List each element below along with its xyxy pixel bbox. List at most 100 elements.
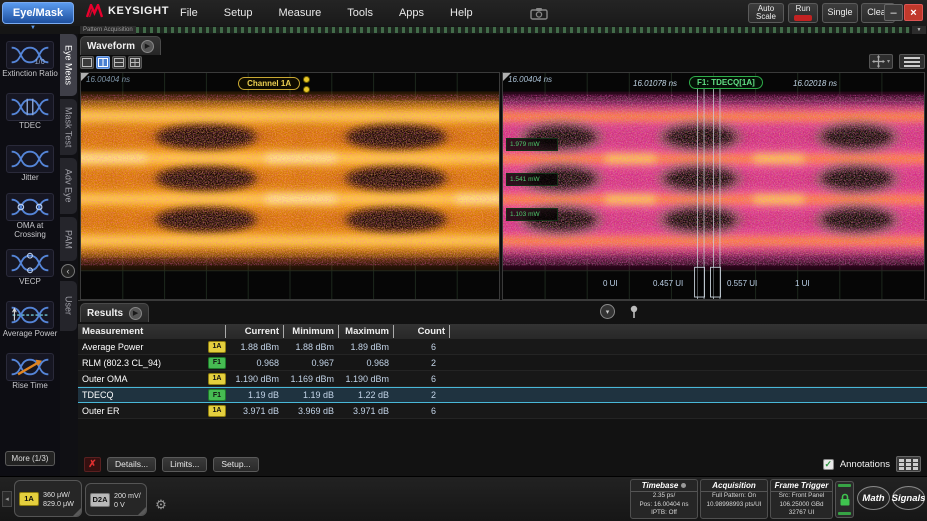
sidebar-item-tdec[interactable]: TDEC xyxy=(0,86,60,138)
menu-measure[interactable]: Measure xyxy=(278,7,321,19)
signal-button-d2a[interactable]: D2A 200 mV/ 0 V xyxy=(85,483,147,516)
annotations-checkbox[interactable]: ✓ xyxy=(823,459,834,470)
ui-axis-label: 1 UI xyxy=(795,279,810,288)
signals-scroll-left-button[interactable]: ◂ xyxy=(2,491,12,507)
right-eye-waveform xyxy=(503,73,924,299)
table-row-average-power[interactable]: Average Power 1A 1.88 dBm 1.88 dBm 1.89 … xyxy=(78,339,927,355)
remove-measurement-button[interactable]: ✗ xyxy=(84,457,101,472)
tab-eye-meas[interactable]: Eye Meas xyxy=(60,34,77,96)
timebase-panel[interactable]: Timebase 2.35 ps/ Pos: 16.00404 ns IPTB:… xyxy=(630,479,698,519)
signal-settings-button[interactable]: ⚙ xyxy=(153,497,169,513)
count-value: 6 xyxy=(394,342,450,352)
sidebar-item-oma-at-crossing[interactable]: OMA at Crossing xyxy=(0,190,60,242)
column-maximum[interactable]: Maximum xyxy=(339,325,394,338)
signals-button[interactable]: Signals xyxy=(892,486,925,510)
tabstrip-collapse-button[interactable]: ‹ xyxy=(61,264,75,278)
acquisition-panel[interactable]: Acquisition Full Pattern: On 10.98998993… xyxy=(700,479,768,519)
tab-adv-eye[interactable]: Adv Eye xyxy=(60,158,77,214)
table-row-outer-oma[interactable]: Outer OMA 1A 1.190 dBm 1.169 dBm 1.190 d… xyxy=(78,371,927,387)
menubar: File Setup Measure Tools Apps Help xyxy=(180,0,473,26)
tdecq-function-badge[interactable]: F1: TDECQ[1A] xyxy=(689,76,763,89)
marker-time-2: 16.02018 ns xyxy=(793,79,837,88)
table-row-outer-er[interactable]: Outer ER 1A 3.971 dB 3.969 dB 3.971 dB 6 xyxy=(78,403,927,419)
single-button[interactable]: Single xyxy=(822,3,858,23)
tab-pam[interactable]: PAM xyxy=(60,217,77,261)
close-button[interactable]: × xyxy=(904,4,923,21)
menu-help[interactable]: Help xyxy=(450,7,473,19)
current-value: 1.190 dBm xyxy=(226,374,284,384)
column-current[interactable]: Current xyxy=(226,325,284,338)
move-cross-icon xyxy=(872,55,885,68)
current-value: 1.88 dBm xyxy=(226,342,284,352)
extinction-ratio-icon: 1/0 xyxy=(6,41,54,69)
layout-grid-button[interactable] xyxy=(128,56,142,69)
maximum-value: 1.190 dBm xyxy=(339,374,394,384)
frame-trigger-panel[interactable]: Frame Trigger Src: Front Panel 106.25000… xyxy=(770,479,833,519)
lock-button[interactable] xyxy=(835,481,854,518)
left-eye-diagram[interactable]: 16.00404 ns Channel 1A xyxy=(80,72,500,300)
layout-split-h-button[interactable] xyxy=(112,56,126,69)
waveform-tab-menu-button[interactable]: ▶ xyxy=(141,40,154,53)
timebase-info-icon xyxy=(681,483,686,488)
count-value: 6 xyxy=(394,374,450,384)
sidebar-item-label: Rise Time xyxy=(12,382,48,391)
waveform-tab[interactable]: Waveform ▶ xyxy=(80,36,161,55)
waveform-workspace: Waveform ▶ ▾ xyxy=(78,34,927,300)
pan-zoom-button[interactable]: ▾ xyxy=(869,54,893,69)
count-value: 6 xyxy=(394,406,450,416)
mode-select-button[interactable]: Eye/Mask xyxy=(2,2,74,24)
sidebar-item-vecp[interactable]: VECP xyxy=(0,242,60,294)
svg-text:1/0: 1/0 xyxy=(35,57,45,66)
details-button[interactable]: Details... xyxy=(107,457,156,472)
minimum-value: 1.88 dBm xyxy=(284,342,339,352)
table-row-rlm[interactable]: RLM (802.3 CL_94) F1 0.968 0.967 0.968 2 xyxy=(78,355,927,371)
auto-scale-label: Auto Scale xyxy=(749,5,783,22)
sidebar-item-average-power[interactable]: Average Power xyxy=(0,294,60,346)
results-footer: ✗ Details... Limits... Setup... ✓ Annota… xyxy=(78,453,927,475)
math-button[interactable]: Math xyxy=(857,486,890,510)
pattern-expand-button[interactable]: ▼ xyxy=(912,26,926,34)
menu-file[interactable]: File xyxy=(180,7,198,19)
menu-tools[interactable]: Tools xyxy=(347,7,373,19)
channel-1a-badge[interactable]: Channel 1A xyxy=(238,77,300,90)
results-grid-view-button[interactable] xyxy=(896,456,921,472)
sidebar-item-label: Jitter xyxy=(21,174,38,183)
plot-menu-button[interactable] xyxy=(899,54,925,69)
annotations-label: Annotations xyxy=(840,459,890,470)
tab-user[interactable]: User xyxy=(60,281,77,331)
tab-mask-test[interactable]: Mask Test xyxy=(60,99,77,155)
layout-single-button[interactable] xyxy=(80,56,94,69)
layout-split-2-button[interactable] xyxy=(96,56,110,69)
results-tab[interactable]: Results ▶ xyxy=(80,303,149,322)
sidebar-item-rise-time[interactable]: Rise Time xyxy=(0,346,60,398)
titlebar: Eye/Mask KEYSIGHT File Setup Measure Too… xyxy=(0,0,927,26)
menu-apps[interactable]: Apps xyxy=(399,7,424,19)
sidebar-item-jitter[interactable]: Jitter xyxy=(0,138,60,190)
setup-button[interactable]: Setup... xyxy=(213,457,258,472)
results-tab-menu-button[interactable]: ▶ xyxy=(129,307,142,320)
measurement-name: TDECQ xyxy=(78,390,204,400)
right-eye-diagram-tdecq[interactable]: 16.00404 ns 16.01078 ns F1: TDECQ[1A] 16… xyxy=(502,72,925,300)
run-label: Run xyxy=(796,5,811,13)
column-minimum[interactable]: Minimum xyxy=(284,325,339,338)
sidebar-item-extinction-ratio[interactable]: 1/0 Extinction Ratio xyxy=(0,34,60,86)
minimum-value: 3.969 dB xyxy=(284,406,339,416)
minimize-button[interactable]: – xyxy=(884,4,903,21)
column-measurement[interactable]: Measurement xyxy=(78,325,226,338)
threshold-annotation: 1.541 mW xyxy=(506,173,558,186)
results-collapse-button[interactable]: ▾ xyxy=(600,304,615,319)
pin-icon[interactable] xyxy=(629,305,639,319)
column-count[interactable]: Count xyxy=(394,325,450,338)
auto-scale-button[interactable]: Auto Scale xyxy=(748,3,784,23)
timebase-position: Pos: 16.00404 ns xyxy=(639,501,688,510)
menu-setup[interactable]: Setup xyxy=(224,7,253,19)
plot-tools: ▾ xyxy=(869,54,925,69)
table-row-tdecq[interactable]: TDECQ F1 1.19 dB 1.19 dB 1.22 dB 2 xyxy=(78,387,927,403)
acquisition-title: Acquisition xyxy=(712,480,756,491)
screenshot-button[interactable] xyxy=(528,5,550,21)
signal-button-1a[interactable]: 1A 360 μW/ 829.0 μW xyxy=(14,480,82,517)
more-measurements-button[interactable]: More (1/3) xyxy=(5,451,55,466)
mode-chevron-icon: ▼ xyxy=(30,25,36,31)
limits-button[interactable]: Limits... xyxy=(162,457,207,472)
run-button[interactable]: Run xyxy=(788,3,818,23)
